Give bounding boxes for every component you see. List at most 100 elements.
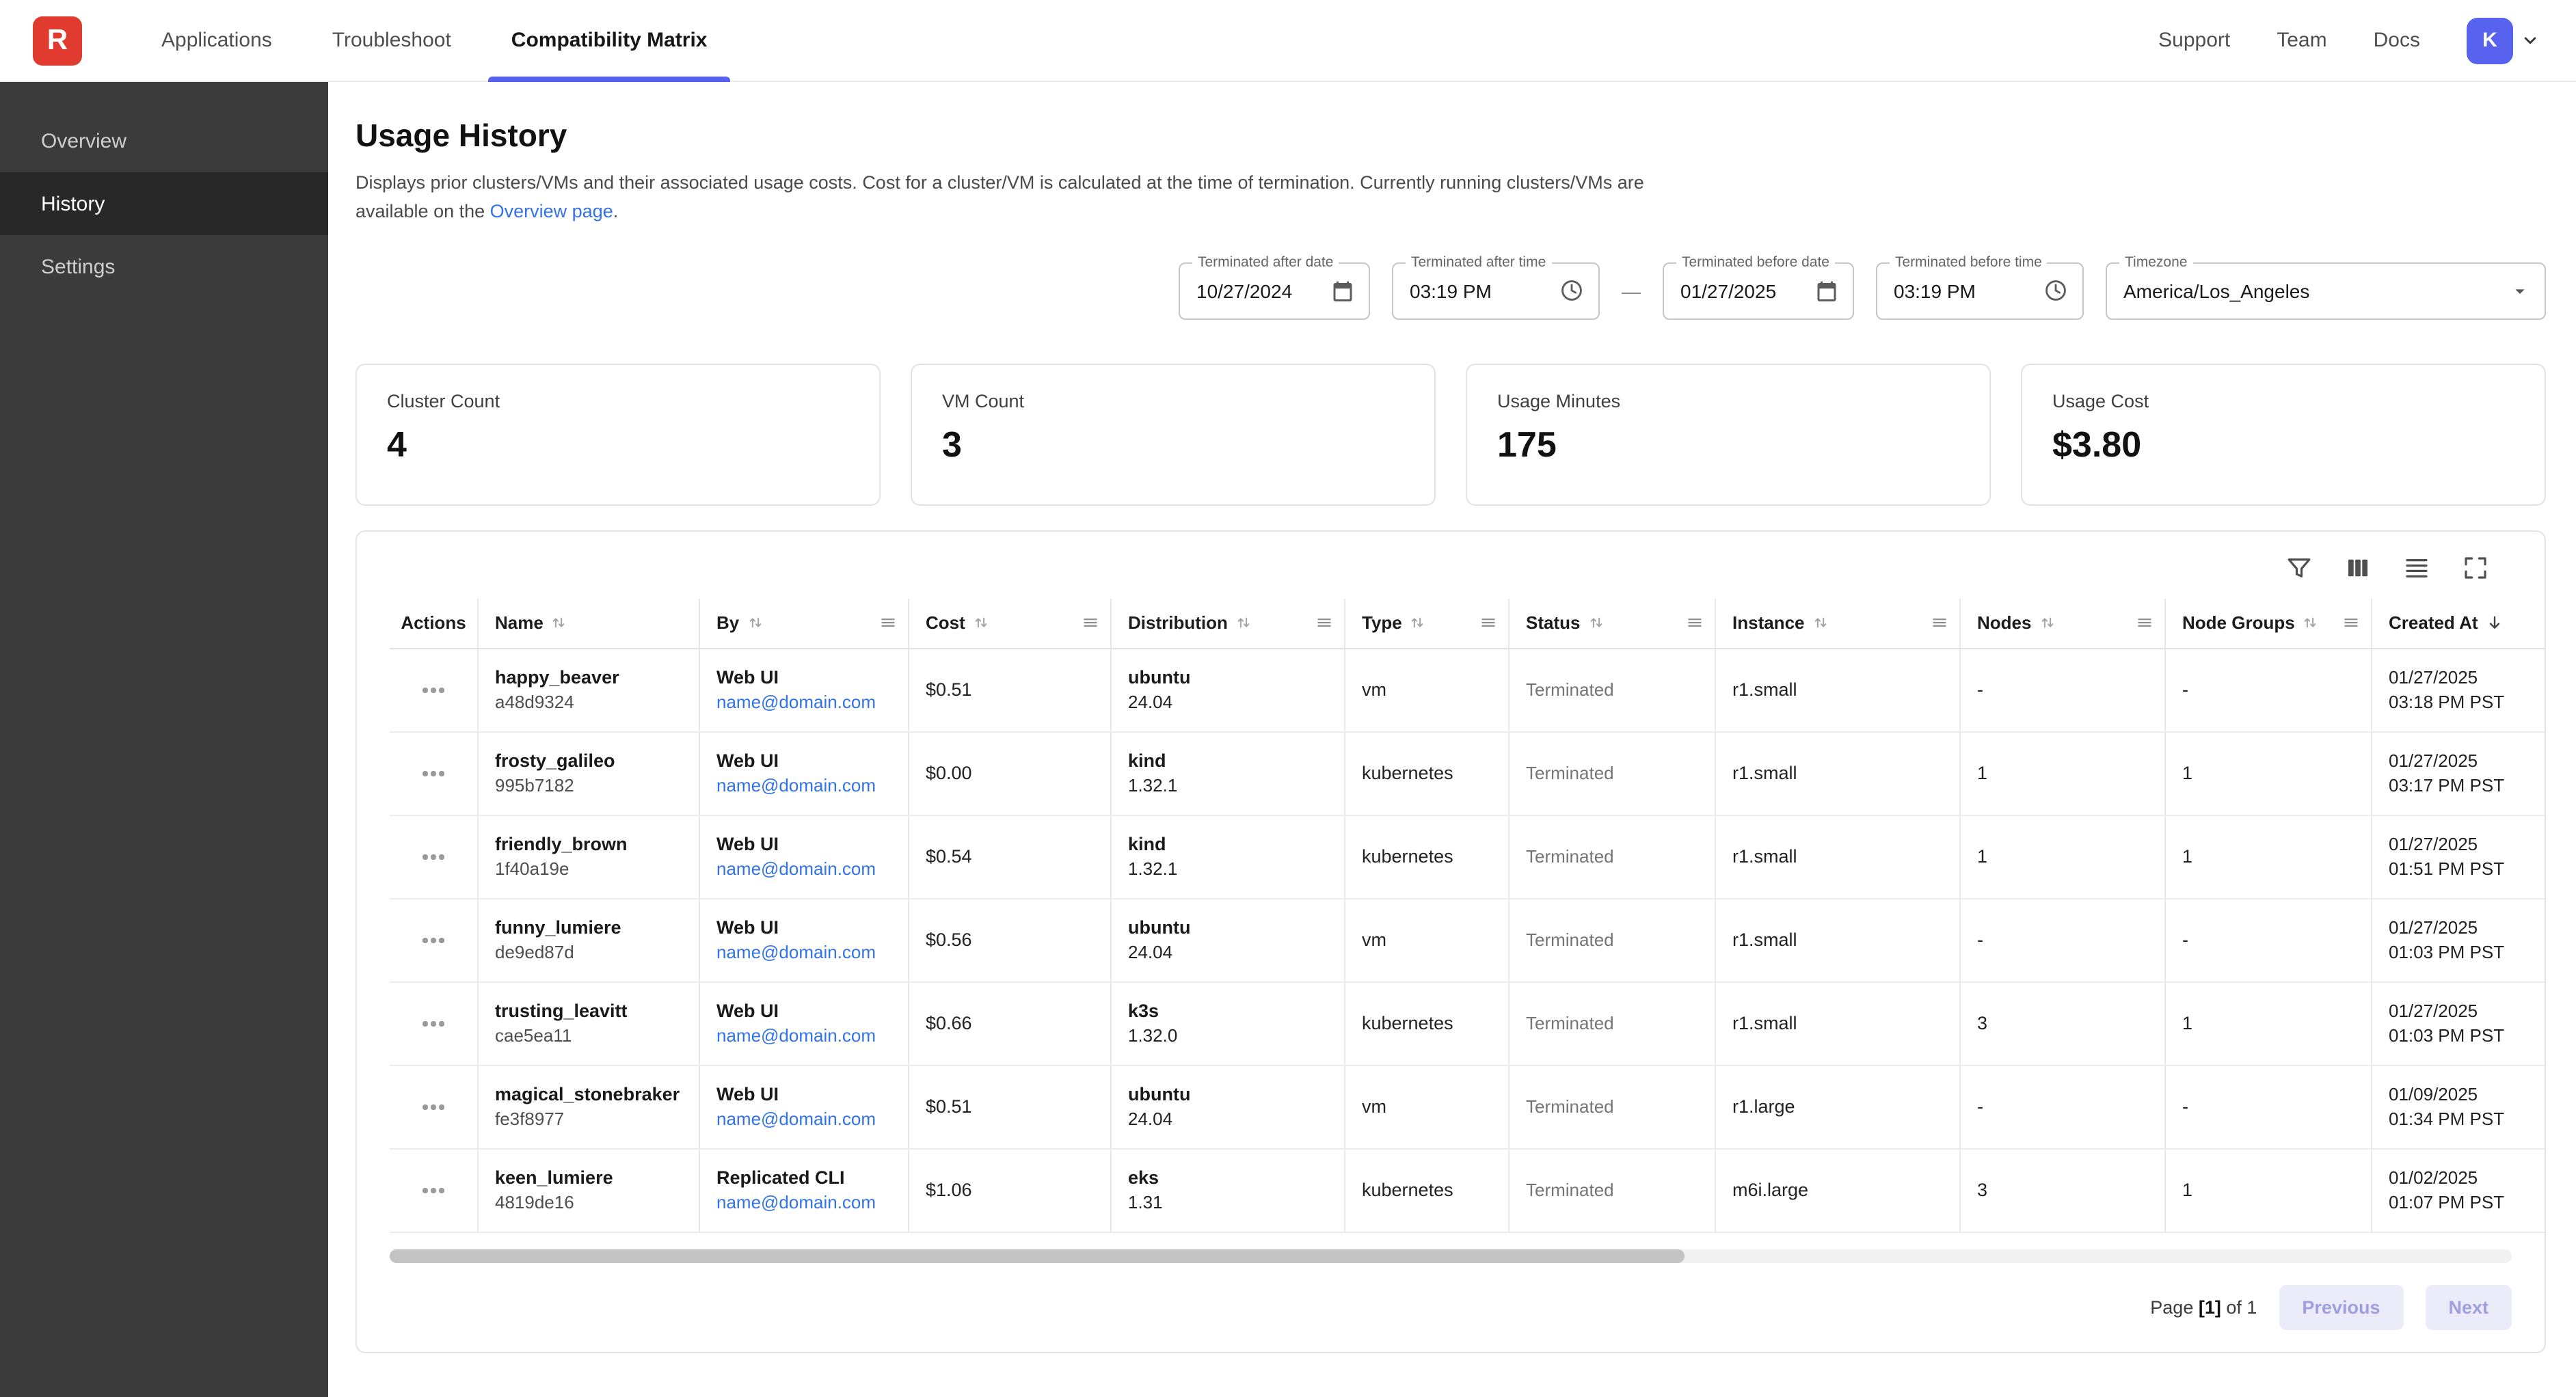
created-by-email-link[interactable]: name@domain.com	[716, 859, 876, 880]
columns-icon[interactable]	[2344, 554, 2372, 582]
instance-value: r1.large	[1732, 1097, 1795, 1117]
table-row[interactable]: happy_beaver a48d9324 Web UI name@domain…	[390, 649, 2545, 733]
density-icon[interactable]	[2402, 554, 2431, 582]
timezone-select[interactable]: Timezone America/Los_Angeles	[2106, 262, 2546, 320]
filter-icon[interactable]	[2285, 554, 2313, 582]
created-by-email-link[interactable]: name@domain.com	[716, 1026, 876, 1046]
tab-troubleshoot[interactable]: Troubleshoot	[302, 0, 481, 81]
terminated-after-date-input[interactable]	[1196, 280, 1330, 302]
clock-icon[interactable]	[1559, 278, 1585, 304]
column-menu-icon[interactable]	[1315, 614, 1333, 632]
row-actions-button[interactable]	[418, 1013, 450, 1034]
column-header-cost[interactable]: Cost	[909, 599, 1112, 648]
created-by-email-link[interactable]: name@domain.com	[716, 692, 876, 713]
terminated-before-date-field[interactable]: Terminated before date	[1663, 262, 1854, 320]
table-row[interactable]: trusting_leavitt cae5ea11 Web UI name@do…	[390, 983, 2545, 1066]
page-description: Displays prior clusters/VMs and their as…	[355, 169, 1665, 227]
column-header-status[interactable]: Status	[1510, 599, 1716, 648]
tab-compatibility-matrix[interactable]: Compatibility Matrix	[481, 0, 738, 81]
row-actions-button[interactable]	[418, 1180, 450, 1201]
next-page-button[interactable]: Next	[2425, 1285, 2512, 1330]
column-header-name[interactable]: Name	[479, 599, 700, 648]
horizontal-scrollbar[interactable]	[390, 1249, 2512, 1263]
table-row[interactable]: magical_stonebraker fe3f8977 Web UI name…	[390, 1066, 2545, 1150]
terminated-after-date-field[interactable]: Terminated after date	[1179, 262, 1370, 320]
column-header-node-groups[interactable]: Node Groups	[2166, 599, 2372, 648]
sidebar-item-overview[interactable]: Overview	[0, 109, 328, 172]
fullscreen-icon[interactable]	[2461, 554, 2490, 582]
column-header-nodes[interactable]: Nodes	[1961, 599, 2166, 648]
scrollbar-thumb[interactable]	[390, 1249, 1684, 1263]
docs-link[interactable]: Docs	[2374, 29, 2420, 52]
node-groups-cell: 1	[2166, 1150, 2372, 1232]
clock-icon[interactable]	[2043, 278, 2069, 304]
table-row[interactable]: keen_lumiere 4819de16 Replicated CLI nam…	[390, 1150, 2545, 1233]
terminated-before-time-input[interactable]	[1894, 280, 2043, 302]
column-menu-icon[interactable]	[1686, 614, 1704, 632]
column-menu-icon[interactable]	[2342, 614, 2360, 632]
instance-value: r1.small	[1732, 680, 1797, 701]
previous-page-button[interactable]: Previous	[2279, 1285, 2403, 1330]
row-actions-button[interactable]	[418, 930, 450, 951]
column-header-by[interactable]: By	[700, 599, 909, 648]
calendar-icon[interactable]	[1814, 279, 1839, 303]
sort-icon[interactable]	[2039, 616, 2054, 631]
sidebar-item-history[interactable]: History	[0, 172, 328, 235]
column-header-created-at[interactable]: Created At	[2372, 599, 2545, 648]
created-by-email-link[interactable]: name@domain.com	[716, 1193, 876, 1213]
column-menu-icon[interactable]	[879, 614, 897, 632]
nodes-cell: 3	[1961, 983, 2166, 1065]
avatar[interactable]: K	[2467, 17, 2513, 64]
type-cell: kubernetes	[1345, 983, 1510, 1065]
row-actions-button[interactable]	[418, 1096, 450, 1117]
sort-icon[interactable]	[1813, 616, 1828, 631]
terminated-after-time-field[interactable]: Terminated after time	[1392, 262, 1600, 320]
by-cell: Web UI name@domain.com	[700, 1066, 909, 1148]
table-row[interactable]: funny_lumiere de9ed87d Web UI name@domai…	[390, 899, 2545, 983]
sort-icon[interactable]	[1588, 616, 1603, 631]
tab-applications[interactable]: Applications	[131, 0, 302, 81]
created-by-email-link[interactable]: name@domain.com	[716, 942, 876, 963]
distribution-name: ubuntu	[1128, 667, 1190, 688]
description-period: .	[613, 201, 619, 221]
column-menu-icon[interactable]	[2136, 614, 2154, 632]
stat-value: 3	[942, 424, 1404, 466]
terminated-before-time-field[interactable]: Terminated before time	[1876, 262, 2084, 320]
column-label: Distribution	[1128, 613, 1228, 634]
sort-icon[interactable]	[974, 616, 989, 631]
sort-icon[interactable]	[1236, 616, 1251, 631]
column-header-distribution[interactable]: Distribution	[1112, 599, 1345, 648]
cost-value: $0.56	[926, 930, 972, 951]
created-by-email-link[interactable]: name@domain.com	[716, 776, 876, 796]
app-window: R Applications Troubleshoot Compatibilit…	[0, 0, 2576, 1397]
terminated-before-date-input[interactable]	[1680, 280, 1814, 302]
calendar-icon[interactable]	[1330, 279, 1355, 303]
overview-page-link[interactable]: Overview page	[490, 201, 613, 221]
column-header-type[interactable]: Type	[1345, 599, 1510, 648]
row-actions-cell	[390, 1066, 479, 1148]
sort-icon[interactable]	[747, 616, 762, 631]
sort-icon[interactable]	[2303, 616, 2318, 631]
type-cell: vm	[1345, 1066, 1510, 1148]
sort-icon[interactable]	[1410, 616, 1425, 631]
support-link[interactable]: Support	[2158, 29, 2230, 52]
user-menu[interactable]: K	[2467, 17, 2540, 64]
row-actions-button[interactable]	[418, 763, 450, 784]
by-cell: Web UI name@domain.com	[700, 649, 909, 731]
sort-desc-icon[interactable]	[2486, 614, 2504, 632]
table-row[interactable]: frosty_galileo 995b7182 Web UI name@doma…	[390, 733, 2545, 816]
row-actions-button[interactable]	[418, 846, 450, 867]
table-row[interactable]: friendly_brown 1f40a19e Web UI name@doma…	[390, 816, 2545, 899]
replicated-logo[interactable]: R	[33, 16, 82, 65]
column-menu-icon[interactable]	[1931, 614, 1948, 632]
team-link[interactable]: Team	[2277, 29, 2326, 52]
sort-icon[interactable]	[552, 616, 567, 631]
distribution-version: 1.32.1	[1128, 775, 1177, 796]
column-header-instance[interactable]: Instance	[1716, 599, 1961, 648]
column-menu-icon[interactable]	[1082, 614, 1099, 632]
created-by-email-link[interactable]: name@domain.com	[716, 1109, 876, 1130]
row-actions-button[interactable]	[418, 679, 450, 701]
sidebar-item-settings[interactable]: Settings	[0, 235, 328, 298]
column-menu-icon[interactable]	[1479, 614, 1497, 632]
terminated-after-time-input[interactable]	[1410, 280, 1559, 302]
